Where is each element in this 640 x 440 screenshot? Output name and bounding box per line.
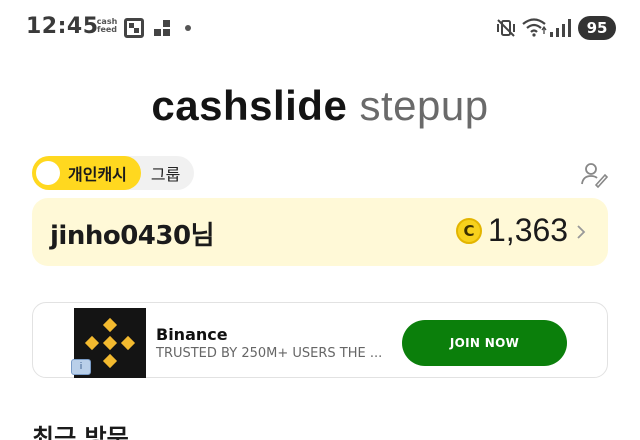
cashfeed-notification-icon: cash feed: [96, 17, 118, 34]
ad-subtitle: TRUSTED BY 250M+ USERS THE ...: [156, 346, 383, 361]
user-cash-card[interactable]: jinho0430님 C 1,363: [32, 198, 608, 266]
app-logo: cashslide stepup: [0, 82, 640, 130]
dot-icon: [185, 25, 191, 31]
cash-balance: 1,363: [488, 212, 569, 248]
signal-icon: [550, 19, 571, 37]
ad-title: Binance: [156, 325, 228, 344]
qr-code-icon: [124, 18, 144, 38]
join-now-button[interactable]: JOIN NOW: [402, 320, 567, 366]
tab-personal-cash[interactable]: 개인캐시: [32, 156, 141, 190]
status-time: 12:45: [26, 14, 99, 39]
coin-icon: C: [456, 218, 482, 244]
edit-profile-icon[interactable]: [580, 160, 608, 188]
brand-cashslide: cashslide: [151, 82, 348, 129]
notification-blocks-icon: [154, 20, 170, 36]
brand-stepup: stepup: [359, 82, 489, 129]
ad-info-icon[interactable]: i: [71, 359, 91, 375]
tab-personal-label: 개인캐시: [68, 165, 127, 184]
tab-group[interactable]: 그룹: [151, 161, 180, 185]
recent-visits-heading: 최근 방문: [32, 424, 129, 440]
cash-type-toggle[interactable]: 개인캐시 그룹: [32, 156, 195, 190]
ad-banner[interactable]: i Binance TRUSTED BY 250M+ USERS THE ...…: [32, 302, 608, 378]
battery-icon: 95: [578, 16, 616, 40]
wifi-icon: [522, 18, 547, 37]
chevron-right-icon: [577, 225, 586, 239]
status-bar: 12:45 cash feed 95: [0, 0, 640, 58]
mute-vibrate-icon: [497, 19, 515, 37]
toggle-knob: [36, 161, 60, 185]
username: jinho0430님: [50, 221, 215, 251]
